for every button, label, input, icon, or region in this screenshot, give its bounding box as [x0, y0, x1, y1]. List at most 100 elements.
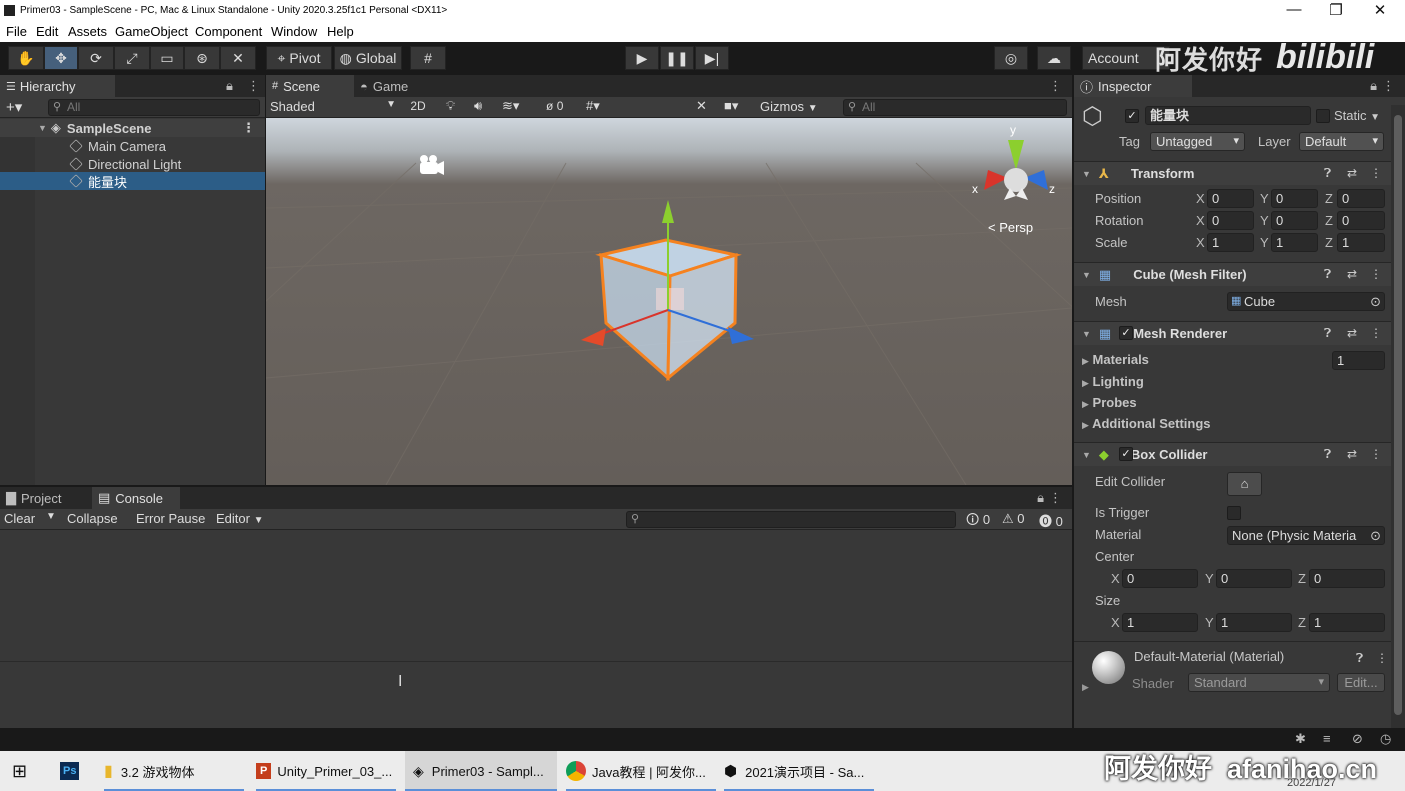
edit-shader-button[interactable]: Edit... — [1337, 673, 1385, 692]
rect-tool-icon[interactable]: ▭ — [150, 46, 184, 70]
toggle-2d-button[interactable]: 2D — [404, 99, 432, 113]
collab-icon[interactable]: ◎ — [994, 46, 1028, 70]
scale-tool-icon[interactable]: ⤢ — [114, 46, 150, 70]
hierarchy-item-main-camera[interactable]: Main Camera — [0, 137, 265, 155]
scale-y-field[interactable]: 1 — [1271, 233, 1318, 252]
orientation-gizmo[interactable] — [984, 140, 1048, 200]
menu-window[interactable]: Window — [271, 24, 317, 39]
preset-icon[interactable]: ⇄ — [1347, 326, 1357, 340]
rotation-x-field[interactable]: 0 — [1207, 211, 1254, 230]
center-z-field[interactable]: 0 — [1309, 569, 1385, 588]
help-icon[interactable]: ❓︎ — [1324, 447, 1331, 462]
photoshop-icon[interactable]: Ps — [60, 751, 82, 791]
rotation-z-field[interactable]: 0 — [1337, 211, 1385, 230]
lock-icon[interactable]: 🔒︎ — [226, 78, 233, 94]
scrollbar-thumb[interactable] — [1394, 115, 1402, 715]
camera-gizmo-icon[interactable] — [420, 155, 444, 175]
menu-edit[interactable]: Edit — [36, 24, 58, 39]
transform-tool-icon[interactable]: ⊛ — [184, 46, 220, 70]
effects-icon[interactable]: ≋▾ — [502, 98, 519, 114]
component-menu-icon[interactable]: ⋮ — [1370, 447, 1382, 461]
add-icon[interactable]: +▾ — [6, 98, 22, 116]
component-menu-icon[interactable]: ⋮ — [1376, 651, 1388, 665]
pause-button-icon[interactable]: ❚❚ — [660, 46, 694, 70]
help-icon[interactable]: ❓︎ — [1324, 166, 1331, 181]
tools-icon[interactable]: ✕ — [696, 98, 707, 114]
custom-tool-icon[interactable]: ✕ — [220, 46, 256, 70]
clear-options-chevron-icon[interactable]: ▼ — [46, 511, 56, 522]
debug-off-icon[interactable]: ⊘ — [1352, 731, 1363, 747]
preset-icon[interactable]: ⇄ — [1347, 267, 1357, 281]
materials-foldout[interactable]: ▶ Materials — [1082, 352, 1149, 367]
error-count-toggle[interactable]: ⓿ 0 — [1039, 511, 1063, 530]
hidden-objects-toggle[interactable]: ø 0 — [546, 99, 563, 113]
position-z-field[interactable]: 0 — [1337, 189, 1385, 208]
progress-icon[interactable]: ◷ — [1380, 731, 1391, 747]
scene-menu-icon[interactable]: ⋮ — [242, 120, 255, 136]
close-button[interactable]: ✕ — [1358, 1, 1402, 19]
shading-dropdown[interactable]: Shaded ▼ — [270, 99, 398, 114]
collapse-button[interactable]: Collapse — [67, 511, 118, 526]
windows-start-icon[interactable]: ⊞ — [12, 751, 36, 791]
step-button-icon[interactable]: ▶| — [695, 46, 729, 70]
menu-help[interactable]: Help — [327, 24, 354, 39]
grid-snap-icon[interactable]: # — [410, 46, 446, 70]
scale-x-field[interactable]: 1 — [1207, 233, 1254, 252]
is-trigger-checkbox[interactable] — [1227, 506, 1241, 520]
kebab-menu-icon[interactable]: ⋮ — [1382, 78, 1395, 94]
collider-material-field[interactable]: None (Physic Materia ⊙ — [1227, 526, 1385, 545]
component-menu-icon[interactable]: ⋮ — [1370, 166, 1382, 180]
tab-scene[interactable]: # Scene — [266, 75, 354, 97]
lock-icon[interactable]: 🔒︎ — [1037, 490, 1044, 506]
layer-dropdown[interactable]: Default — [1299, 132, 1384, 151]
preset-icon[interactable]: ⇄ — [1347, 166, 1357, 180]
maximize-button[interactable]: ❐ — [1314, 1, 1358, 19]
component-menu-icon[interactable]: ⋮ — [1370, 267, 1382, 281]
edit-collider-button[interactable]: ⌂ — [1227, 472, 1262, 496]
menu-assets[interactable]: Assets — [68, 24, 107, 39]
position-y-field[interactable]: 0 — [1271, 189, 1318, 208]
lighting-foldout[interactable]: ▶ Lighting — [1082, 374, 1144, 389]
layers-icon[interactable]: ≡ — [1323, 731, 1331, 746]
scene-search-input[interactable]: All — [843, 99, 1067, 116]
center-y-field[interactable]: 0 — [1216, 569, 1292, 588]
grid-visibility-icon[interactable]: #▾ — [586, 98, 600, 114]
error-pause-button[interactable]: Error Pause — [136, 511, 205, 526]
foldout-icon[interactable]: ▼ — [1082, 450, 1091, 460]
log-count-toggle[interactable]: 🛈︎ 0 — [966, 511, 990, 533]
tab-project[interactable]: ▇ Project — [0, 487, 90, 509]
hierarchy-item-directional-light[interactable]: Directional Light — [0, 155, 265, 173]
console-search-input[interactable] — [626, 511, 956, 528]
tab-hierarchy[interactable]: ☰ Hierarchy — [0, 75, 115, 97]
foldout-icon[interactable]: ▼ — [1082, 270, 1091, 280]
object-name-input[interactable]: 能量块 — [1145, 106, 1311, 125]
shader-dropdown[interactable]: Standard — [1188, 673, 1330, 692]
pivot-toggle[interactable]: ⌖ Pivot — [266, 46, 332, 70]
transform-header[interactable]: ▼ ⅄ Transform — [1074, 161, 1391, 185]
menu-gameobject[interactable]: GameObject — [115, 24, 188, 39]
audio-icon[interactable]: 🔊︎ — [474, 98, 482, 114]
foldout-icon[interactable]: ▼ — [1082, 169, 1091, 179]
mesh-object-field[interactable]: ▦ Cube ⊙ — [1227, 292, 1385, 311]
rotation-y-field[interactable]: 0 — [1271, 211, 1318, 230]
hierarchy-item-energy-block[interactable]: 能量块 — [0, 172, 265, 190]
scene-viewport[interactable]: y x z < Persp — [266, 118, 1072, 485]
mesh-filter-header[interactable]: ▼ ▦ Cube (Mesh Filter) — [1074, 262, 1391, 286]
taskbar-item-unity-hub[interactable]: ⬢ 2021演示项目 - Sa... — [724, 751, 874, 791]
hand-tool-icon[interactable]: ✋ — [8, 46, 44, 70]
hierarchy-search-input[interactable]: All — [48, 99, 260, 116]
help-icon[interactable]: ❓︎ — [1356, 651, 1363, 666]
bug-icon[interactable]: ✱ — [1295, 731, 1306, 747]
move-tool-icon[interactable]: ✥ — [44, 46, 78, 70]
minimize-button[interactable]: — — [1272, 1, 1316, 18]
tag-dropdown[interactable]: Untagged — [1150, 132, 1245, 151]
clear-button[interactable]: Clear — [4, 511, 35, 526]
console-splitter[interactable] — [0, 661, 1072, 662]
camera-settings-icon[interactable]: ■▾ — [724, 98, 738, 114]
lock-icon[interactable]: 🔒︎ — [1370, 78, 1377, 94]
component-menu-icon[interactable]: ⋮ — [1370, 326, 1382, 340]
size-z-field[interactable]: 1 — [1309, 613, 1385, 632]
foldout-icon[interactable]: ▼ — [1082, 329, 1091, 339]
perspective-toggle[interactable]: < Persp — [988, 220, 1033, 235]
static-dropdown[interactable]: Static ▼ — [1334, 108, 1380, 123]
